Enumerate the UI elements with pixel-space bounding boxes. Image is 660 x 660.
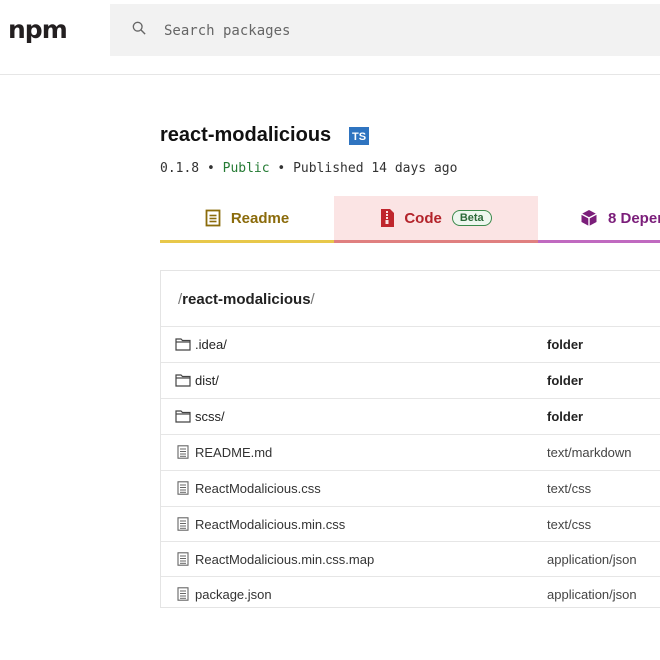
file-name[interactable]: ReactModalicious.min.css.map — [195, 552, 374, 567]
file-icon — [175, 481, 191, 495]
folder-icon — [175, 373, 191, 387]
meta-separator: • — [206, 161, 215, 176]
package-name: react-modalicious — [160, 124, 332, 146]
file-row[interactable]: ReactModalicious.min.css.map application/… — [161, 541, 660, 577]
tab-code[interactable]: Code Beta — [334, 196, 538, 243]
file-type: folder — [547, 373, 584, 388]
file-row[interactable]: README.md text/markdown — [161, 434, 660, 470]
file-row[interactable]: ReactModalicious.css text/css — [161, 470, 660, 506]
meta-separator: • — [277, 161, 286, 176]
file-name[interactable]: package.json — [195, 587, 272, 602]
breadcrumb: /react-modalicious/ — [178, 291, 315, 308]
search-bar[interactable] — [110, 4, 660, 56]
search-input[interactable] — [162, 18, 566, 44]
file-row[interactable]: package.json application/json — [161, 576, 660, 612]
file-type: folder — [547, 409, 584, 424]
tab-dependencies-label: 8 Deper — [608, 209, 660, 227]
path-directory[interactable]: react-modalicious — [182, 291, 310, 308]
file-icon — [175, 517, 191, 531]
file-type: application/json — [547, 552, 637, 567]
file-type: folder — [547, 337, 584, 352]
file-name[interactable]: scss/ — [195, 409, 225, 424]
folder-row[interactable]: .idea/folder — [161, 326, 660, 362]
file-type: text/markdown — [547, 445, 632, 460]
package-meta: 0.1.8 • Public • Published 14 days ago — [160, 161, 457, 176]
file-row[interactable]: ReactModalicious.min.css text/css — [161, 506, 660, 542]
tab-readme-label: Readme — [230, 209, 290, 227]
folder-icon — [175, 337, 191, 351]
path-separator: / — [310, 291, 315, 308]
document-icon — [205, 209, 221, 227]
tab-code-label: Code — [404, 209, 442, 227]
zip-file-icon — [381, 209, 395, 227]
search-icon — [132, 21, 146, 35]
folder-row[interactable]: dist/folder — [161, 362, 660, 398]
file-name[interactable]: dist/ — [195, 373, 219, 388]
tab-dependencies[interactable]: 8 Deper — [538, 196, 660, 243]
file-icon — [175, 587, 191, 601]
file-name[interactable]: README.md — [195, 445, 272, 460]
file-icon — [175, 552, 191, 566]
typescript-badge-icon: TS — [349, 127, 369, 145]
top-header: npm — [0, 0, 660, 75]
file-icon — [175, 445, 191, 459]
folder-row[interactable]: scss/folder — [161, 398, 660, 434]
folder-icon — [175, 409, 191, 423]
tab-readme[interactable]: Readme — [160, 196, 334, 243]
file-type: text/css — [547, 481, 592, 496]
file-name[interactable]: ReactModalicious.min.css — [195, 517, 345, 532]
file-browser: /react-modalicious/ .idea/folder dist/fol… — [160, 270, 660, 608]
box-icon — [581, 210, 597, 226]
package-published: Published 14 days ago — [293, 161, 458, 176]
npm-logo[interactable]: npm — [8, 17, 68, 42]
file-name[interactable]: .idea/ — [195, 337, 227, 352]
package-version: 0.1.8 — [160, 161, 200, 176]
beta-badge: Beta — [451, 210, 492, 226]
file-type: application/json — [547, 587, 637, 602]
file-type: text/css — [547, 517, 592, 532]
package-tabs: Readme Code Beta 8 Deper — [160, 196, 660, 243]
file-name[interactable]: ReactModalicious.css — [195, 481, 321, 496]
package-visibility: Public — [222, 161, 270, 176]
